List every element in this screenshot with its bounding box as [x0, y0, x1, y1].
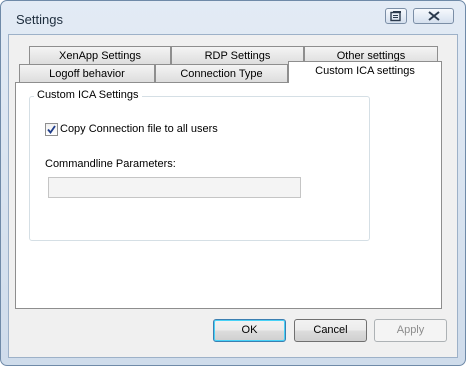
tab-custom-ica-settings[interactable]: Custom ICA settings	[288, 61, 442, 83]
copy-connection-checkbox[interactable]	[45, 123, 58, 136]
copy-connection-label[interactable]: Copy Connection file to all users	[60, 123, 218, 135]
commandline-parameters-input[interactable]	[48, 177, 301, 198]
restore-button[interactable]	[385, 8, 407, 24]
tab-connection-type[interactable]: Connection Type	[155, 64, 288, 83]
groupbox-title: Custom ICA Settings	[34, 89, 142, 101]
tab-logoff-behavior[interactable]: Logoff behavior	[19, 64, 155, 83]
checkmark-icon	[47, 125, 56, 134]
window-title: Settings	[16, 12, 63, 27]
tab-xenapp-settings[interactable]: XenApp Settings	[29, 46, 171, 65]
apply-button[interactable]: Apply	[374, 319, 447, 342]
cancel-button[interactable]: Cancel	[294, 319, 367, 342]
commandline-parameters-label: Commandline Parameters:	[45, 158, 176, 170]
settings-window: Settings XenApp Settings RDP Settings Ot…	[0, 0, 466, 366]
restore-icon	[390, 11, 401, 22]
ok-button[interactable]: OK	[213, 319, 286, 342]
close-icon	[427, 11, 440, 21]
close-button[interactable]	[413, 8, 454, 24]
tab-rdp-settings[interactable]: RDP Settings	[171, 46, 304, 65]
